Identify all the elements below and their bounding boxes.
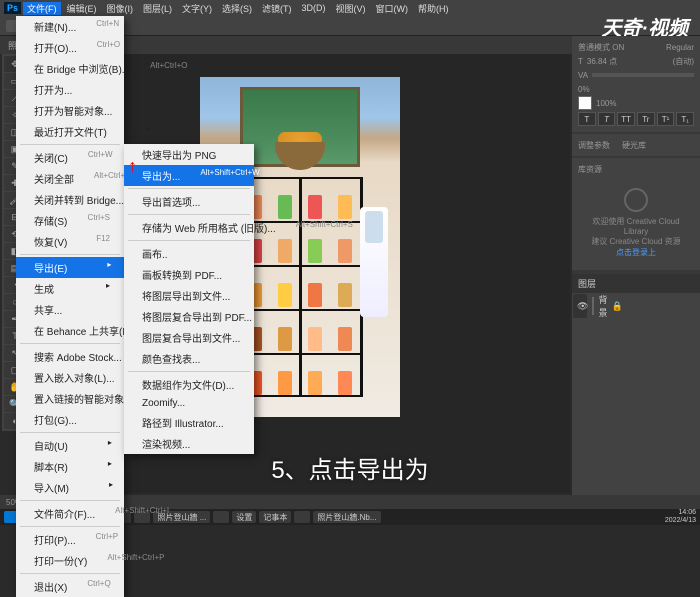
menu-item[interactable]: 文件(F) [23, 2, 61, 15]
adjust-panel[interactable]: 调整参数硬光库 [572, 134, 700, 156]
layer-thumb[interactable] [592, 297, 594, 315]
taskbar-item[interactable]: 照片登山牆.Nb... [313, 511, 380, 523]
menu-item[interactable]: 恢复(V)F12 [16, 231, 124, 252]
color-swatch[interactable] [578, 96, 592, 110]
shelf-rack [235, 177, 365, 397]
wall-painting [240, 87, 360, 167]
menu-item[interactable]: 最近打开文件(T) [16, 121, 124, 142]
menu-item[interactable]: 打开为... [16, 79, 124, 100]
taskbar-item[interactable]: 设置 [232, 511, 256, 523]
right-panels: 普通模式 ONRegular T36.84 点(自动) VA 0% 100% T… [572, 36, 700, 509]
menu-item[interactable]: 窗口(W) [372, 2, 413, 15]
menu-item[interactable]: 打开(O)...Ctrl+O [16, 37, 124, 58]
menu-item[interactable]: 将图层复合导出到 PDF... [124, 306, 254, 327]
menu-item[interactable]: 退出(X)Ctrl+Q [16, 576, 124, 597]
menu-item[interactable]: 打开为智能对象... [16, 100, 124, 121]
menu-item[interactable]: 自动(U) [16, 435, 124, 456]
menu-item[interactable]: 存储(S)Ctrl+S [16, 210, 124, 231]
menu-item[interactable]: 路径到 Illustrator... [124, 412, 254, 433]
menu-item[interactable]: 打印一份(Y)Alt+Shift+Ctrl+P [16, 550, 124, 571]
menu-item[interactable]: Zoomify... [124, 395, 254, 412]
login-link[interactable]: 点击登录上 [582, 247, 690, 258]
menu-item[interactable]: 3D(D) [298, 3, 330, 13]
menu-item[interactable]: 关闭全部Alt+Ctrl+W [16, 168, 124, 189]
taskbar-item[interactable] [213, 511, 229, 523]
menu-item[interactable]: 文件简介(F)...Alt+Shift+Ctrl+I [16, 503, 124, 524]
system-clock[interactable]: 14:062022/4/13 [665, 509, 696, 525]
cc-icon [624, 188, 648, 212]
layer-row[interactable]: 👁 背景 🔒 [573, 294, 587, 318]
menu-item[interactable]: 关闭(C)Ctrl+W [16, 147, 124, 168]
menu-item[interactable]: 导入(M) [16, 477, 124, 498]
menu-item[interactable]: 将图层导出到文件... [124, 285, 254, 306]
menu-item[interactable]: 选择(S) [218, 2, 256, 15]
basket [275, 142, 325, 170]
file-menu[interactable]: 新建(N)...Ctrl+N打开(O)...Ctrl+O在 Bridge 中浏览… [16, 16, 124, 597]
menu-item[interactable]: 搜索 Adobe Stock... [16, 346, 124, 367]
menu-item[interactable]: 新建(N)...Ctrl+N [16, 16, 124, 37]
menu-item[interactable]: 在 Bridge 中浏览(B)...Alt+Ctrl+O [16, 58, 124, 79]
menu-item[interactable]: 画板转换到 PDF... [124, 264, 254, 285]
taskbar-item[interactable]: 记事本 [259, 511, 291, 523]
menu-item[interactable]: 生成 [16, 278, 124, 299]
menu-item[interactable]: 渲染视频... [124, 433, 254, 454]
menu-item[interactable]: 在 Behance 上共享(D)... [16, 320, 124, 341]
menu-item[interactable]: 置入链接的智能对象(K)... [16, 388, 124, 409]
menu-item[interactable]: 编辑(E) [63, 2, 101, 15]
menu-item[interactable]: 存储为 Web 所用格式 (旧版)...Alt+Shift+Ctrl+S [124, 217, 254, 238]
export-submenu[interactable]: 快速导出为 PNG导出为...Alt+Shift+Ctrl+W 导出首选项... 存… [124, 144, 254, 454]
menu-item[interactable]: 图层复合导出到文件... [124, 327, 254, 348]
menu-item[interactable]: 帮助(H) [414, 2, 453, 15]
menu-item[interactable]: 画布.. [124, 243, 254, 264]
tutorial-caption: 5、点击导出为 [271, 450, 428, 485]
menu-item[interactable]: 图像(I) [103, 2, 138, 15]
character-panel[interactable]: 普通模式 ONRegular T36.84 点(自动) VA 0% 100% T… [572, 36, 700, 132]
menu-item[interactable]: 打包(G)... [16, 409, 124, 430]
menu-item[interactable]: 数据组作为文件(D)... [124, 374, 254, 395]
layers-panel[interactable]: 图层 👁 背景 🔒 [572, 274, 700, 509]
ps-logo: Ps [4, 2, 21, 14]
water-cooler [360, 207, 388, 317]
menu-item[interactable]: 图层(L) [139, 2, 176, 15]
menu-item[interactable]: 滤镜(T) [258, 2, 296, 15]
menu-item[interactable]: 关闭并转到 Bridge...Shift+Ctrl+W [16, 189, 124, 210]
lock-icon[interactable]: 🔒 [611, 301, 622, 312]
libraries-panel[interactable]: 库资源 欢迎使用 Creative Cloud Library 建议 Creat… [572, 158, 700, 270]
menu-item[interactable]: 置入嵌入对象(L)... [16, 367, 124, 388]
visibility-icon[interactable]: 👁 [577, 301, 588, 312]
menu-item[interactable]: 颜色查找表... [124, 348, 254, 369]
menu-item[interactable]: 快速导出为 PNG [124, 144, 254, 165]
menu-item[interactable]: 共享... [16, 299, 124, 320]
menu-item[interactable]: 导出首选项... [124, 191, 254, 212]
menu-item[interactable]: 导出(E) [16, 257, 124, 278]
menu-item[interactable]: 打印(P)...Ctrl+P [16, 529, 124, 550]
menu-item[interactable]: 文字(Y) [178, 2, 216, 15]
menu-item[interactable]: 视图(V) [332, 2, 370, 15]
menubar[interactable]: Ps 文件(F)编辑(E)图像(I)图层(L)文字(Y)选择(S)滤镜(T)3D… [0, 0, 700, 16]
taskbar-item[interactable] [294, 511, 310, 523]
menu-item[interactable]: 导出为...Alt+Shift+Ctrl+W [124, 165, 254, 186]
menu-item[interactable]: 脚本(R) [16, 456, 124, 477]
